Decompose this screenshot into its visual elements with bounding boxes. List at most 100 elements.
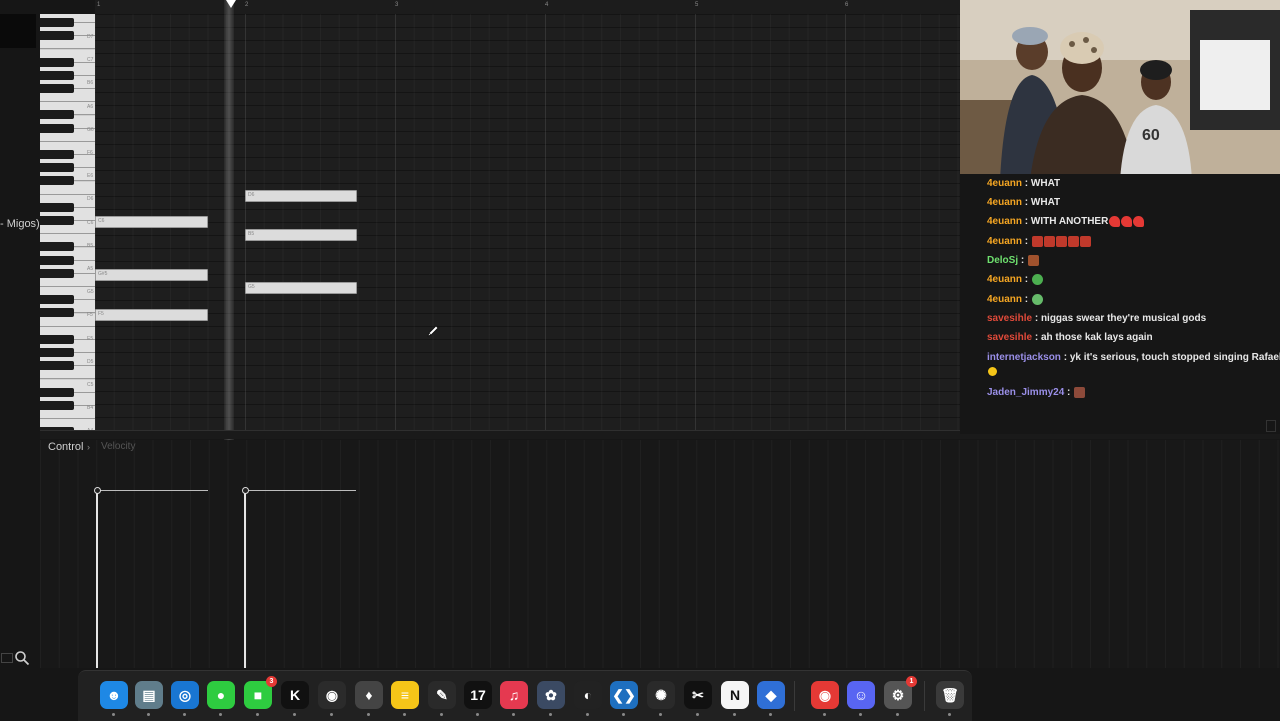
chat-username[interactable]: 4euann — [987, 274, 1022, 285]
trash-icon[interactable]: 🗑 — [936, 681, 964, 709]
note-label: G#5 — [98, 271, 108, 277]
piano-black-key[interactable] — [40, 202, 74, 212]
safari-icon[interactable]: ◎ — [171, 681, 199, 709]
chat-message: 4euann : WHAT — [987, 197, 1061, 208]
settings-icon[interactable]: ⚙ 1 — [884, 676, 917, 709]
timeline-tick: 4 — [545, 2, 549, 8]
piano-black-key[interactable] — [40, 348, 74, 357]
chat-username[interactable]: internetjackson — [987, 352, 1061, 363]
notion-icon[interactable]: N — [721, 681, 749, 709]
velocity-label[interactable]: Velocity — [101, 441, 135, 452]
fl-studio-icon[interactable]: ♦ — [355, 681, 383, 709]
roblox-icon[interactable]: ◆ — [757, 681, 785, 709]
piano-black-key[interactable] — [40, 31, 74, 41]
velocity-handle[interactable] — [242, 487, 249, 494]
piano-black-key[interactable] — [40, 176, 74, 186]
chatgpt-icon[interactable]: ✺ — [647, 681, 675, 709]
discord-icon[interactable]: ☺ — [847, 681, 875, 709]
piano-black-key[interactable] — [40, 84, 74, 93]
webcam-image: 60 — [960, 0, 1280, 180]
piano-key-label: C5 — [87, 382, 94, 388]
velocity-stem[interactable] — [244, 490, 246, 668]
midi-note[interactable]: G#5 — [95, 269, 208, 281]
kick-icon[interactable]: K — [281, 681, 309, 709]
chat-username[interactable]: Jaden_Jimmy24 — [987, 387, 1064, 398]
chevron-right-icon: › — [87, 442, 90, 452]
running-indicator — [696, 713, 699, 716]
piano-black-key[interactable] — [40, 400, 74, 410]
tradingview-icon[interactable]: 17 — [464, 681, 492, 709]
control-dropdown[interactable]: Control — [48, 441, 83, 453]
vscode-glyph: ❮❯ — [612, 686, 636, 703]
capcut-glyph: ✂ — [692, 686, 704, 703]
chat-message: 4euann : WHAT — [987, 178, 1061, 189]
running-indicator — [219, 713, 222, 716]
chat-message: internetjackson : yk it's serious, touch… — [987, 352, 1280, 376]
chat-username[interactable]: savesihle — [987, 313, 1032, 324]
piano-black-key[interactable] — [40, 387, 74, 397]
facetime-icon[interactable]: ■ 3 — [244, 676, 277, 709]
left-sidebar: - Migos) — [0, 0, 40, 668]
velocity-stem[interactable] — [96, 490, 98, 668]
music-icon[interactable]: ♫ — [500, 681, 528, 709]
chat-username[interactable]: DeloSj — [987, 255, 1018, 266]
chat-message: DeloSj : — [987, 255, 1040, 266]
running-indicator — [367, 713, 370, 716]
obs-icon[interactable]: ◉ — [318, 681, 346, 709]
piano-keyboard[interactable]: D7C7B6A6G6F6E6D6C6B5A5G5F5E5D5C5B4A4 — [40, 14, 95, 430]
search-icon[interactable] — [14, 650, 30, 666]
piano-black-key[interactable] — [40, 123, 74, 133]
chat-username[interactable]: 4euann — [987, 197, 1022, 208]
davinci-icon[interactable]: ✿ — [537, 681, 565, 709]
chat-username[interactable]: 4euann — [987, 178, 1022, 189]
notes-icon[interactable]: ≡ — [391, 681, 419, 709]
safari-glyph: ◎ — [178, 686, 192, 703]
piano-black-key[interactable] — [40, 70, 74, 80]
piano-black-key[interactable] — [40, 18, 74, 27]
github-icon[interactable]: ◐ — [574, 681, 602, 709]
music-glyph: ♫ — [508, 687, 520, 703]
velocity-lane[interactable] — [40, 440, 1280, 668]
piano-black-key[interactable] — [40, 334, 74, 344]
piano-black-key[interactable] — [40, 268, 74, 278]
capcut-icon[interactable]: ✂ — [684, 681, 712, 709]
files-icon[interactable]: ▤ — [135, 681, 163, 709]
midi-note[interactable]: B5 — [245, 229, 357, 241]
running-indicator — [823, 713, 826, 716]
piano-black-key[interactable] — [40, 308, 74, 318]
chat-scrollbar[interactable] — [1266, 420, 1276, 432]
piano-key-label: F5 — [87, 312, 93, 319]
piano-black-key[interactable] — [40, 255, 74, 265]
finder-icon[interactable]: ☻ — [100, 681, 128, 709]
pen-icon[interactable]: ✎ — [428, 681, 456, 709]
chat-message: savesihle : niggas swear they're musical… — [987, 313, 1207, 324]
trash-glyph: 🗑 — [941, 686, 959, 703]
heart-emote-icon — [1109, 216, 1121, 227]
vscode-icon[interactable]: ❮❯ — [610, 681, 638, 709]
chat-username[interactable]: 4euann — [987, 216, 1022, 227]
panel-toggle-icon[interactable] — [1, 653, 13, 663]
chat-username[interactable]: savesihle — [987, 332, 1032, 343]
midi-note[interactable]: F5 — [95, 309, 208, 321]
piano-black-key[interactable] — [40, 242, 74, 252]
velocity-handle[interactable] — [94, 487, 101, 494]
chat-username[interactable]: 4euann — [987, 294, 1022, 305]
piano-black-key[interactable] — [40, 150, 74, 159]
piano-black-key[interactable] — [40, 216, 74, 225]
messages-icon[interactable]: ● — [207, 681, 235, 709]
playhead-marker-icon[interactable] — [226, 0, 236, 8]
piano-black-key[interactable] — [40, 361, 74, 371]
midi-note[interactable]: D6 — [245, 190, 357, 202]
piano-key-label: B4 — [87, 405, 94, 412]
timeline-tick: 5 — [695, 2, 699, 8]
chrome-icon[interactable]: ◉ — [811, 681, 839, 709]
midi-note[interactable]: G5 — [245, 282, 357, 294]
piano-black-key[interactable] — [40, 110, 74, 120]
piano-black-key[interactable] — [40, 163, 74, 173]
piano-black-key[interactable] — [40, 295, 74, 305]
obs-glyph: ◉ — [325, 686, 339, 703]
midi-note[interactable]: C6 — [95, 216, 208, 228]
piano-black-key[interactable] — [40, 57, 74, 67]
fl-studio-glyph: ♦ — [365, 687, 373, 703]
chat-username[interactable]: 4euann — [987, 236, 1022, 247]
